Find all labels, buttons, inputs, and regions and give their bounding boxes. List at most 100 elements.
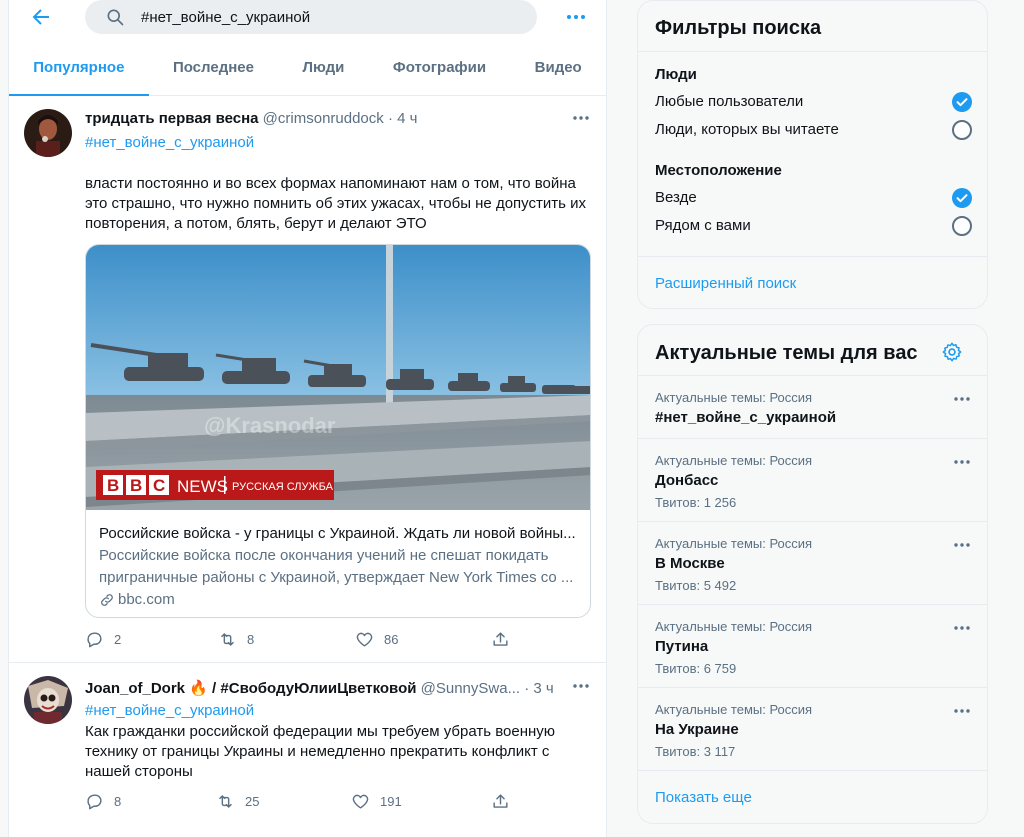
tab-top[interactable]: Популярное xyxy=(9,46,149,96)
reply-icon xyxy=(87,632,102,648)
tweet-actions: 2 8 86 xyxy=(85,630,515,652)
trend-context: Актуальные темы: Россия xyxy=(655,390,813,405)
trend-name: В Москве xyxy=(655,555,725,572)
user-handle[interactable]: @crimsonruddock xyxy=(263,110,384,127)
search-bar[interactable] xyxy=(85,0,537,34)
link-card[interactable]: @Krasnodar B B C NEWS РУССКАЯ СЛУЖБА Рос… xyxy=(85,244,591,618)
retweet-count: 8 xyxy=(247,632,255,647)
more-icon[interactable] xyxy=(951,700,973,722)
retweet-icon xyxy=(219,795,232,808)
trend-context: Актуальные темы: Россия xyxy=(655,702,813,717)
search-tabs: Популярное Последнее Люди Фотографии Вид… xyxy=(9,46,606,96)
radio-unchecked-icon[interactable] xyxy=(952,216,972,236)
trend-tweet-count: Твитов: 5 492 xyxy=(655,578,737,593)
user-handle[interactable]: @SunnySwa... xyxy=(421,680,520,697)
trends-panel: Актуальные темы для вас Актуальные темы:… xyxy=(637,324,988,824)
radio-checked-icon[interactable] xyxy=(952,188,972,208)
share-button[interactable] xyxy=(491,792,510,811)
advanced-search-link[interactable]: Расширенный поиск xyxy=(655,275,796,292)
tweet-hashtag[interactable]: #нет_войне_с_украиной xyxy=(85,134,254,151)
bbc-news-text: NEWS xyxy=(177,477,228,496)
search-input[interactable] xyxy=(141,0,521,34)
like-button[interactable]: 86 xyxy=(355,630,398,649)
tweet-text: власти постоянно и во всех формах напоми… xyxy=(85,175,586,232)
more-icon[interactable] xyxy=(951,451,973,473)
show-more-link[interactable]: Показать еще xyxy=(655,789,752,806)
tweet[interactable]: тридцать первая весна @crimsonruddock · … xyxy=(9,97,606,663)
tweet-hashtag[interactable]: #нет_войне_с_украиной xyxy=(85,702,254,719)
trend-tweet-count: Твитов: 1 256 xyxy=(655,495,737,510)
filter-option-following[interactable]: Люди, которых вы читаете xyxy=(638,117,987,145)
filter-option-anyone[interactable]: Любые пользователи xyxy=(638,89,987,117)
tweet-text: Как гражданки российской федерации мы тр… xyxy=(85,723,556,780)
display-name[interactable]: Joan_of_Dork 🔥 / #СвободуЮлииЦветковой xyxy=(85,680,416,697)
tweet[interactable]: Joan_of_Dork 🔥 / #СвободуЮлииЦветковой @… xyxy=(9,664,606,837)
more-icon[interactable] xyxy=(951,534,973,556)
more-options-icon[interactable] xyxy=(563,4,589,30)
filter-option-label: Рядом с вами xyxy=(655,217,751,234)
tweet-header: Joan_of_Dork 🔥 / #СвободуЮлииЦветковой @… xyxy=(85,679,554,697)
like-button[interactable]: 191 xyxy=(351,792,402,811)
more-icon[interactable] xyxy=(951,388,973,410)
card-description: Российские войска после окончания учений… xyxy=(99,547,574,586)
radio-unchecked-icon[interactable] xyxy=(952,120,972,140)
more-icon[interactable] xyxy=(951,617,973,639)
trend-item[interactable]: Актуальные темы: Россия В Москве Твитов:… xyxy=(638,521,987,604)
filters-title: Фильтры поиска xyxy=(655,17,822,39)
tab-latest[interactable]: Последнее xyxy=(149,46,279,95)
trend-name: Путина xyxy=(655,638,709,655)
like-count: 191 xyxy=(380,794,402,809)
search-filters-panel: Фильтры поиска Люди Любые пользователи Л… xyxy=(637,0,988,309)
fire-emoji-icon: 🔥 xyxy=(189,680,208,697)
location-filter-label: Местоположение xyxy=(655,162,782,179)
tab-photos[interactable]: Фотографии xyxy=(369,46,511,95)
gear-icon[interactable] xyxy=(941,341,963,363)
retweet-icon xyxy=(221,633,234,646)
card-title: Российские войска - у границы с Украиной… xyxy=(99,525,576,542)
reply-button[interactable]: 8 xyxy=(85,792,121,811)
trend-tweet-count: Твитов: 6 759 xyxy=(655,661,737,676)
heart-icon xyxy=(352,794,369,809)
avatar[interactable] xyxy=(24,676,72,724)
more-icon[interactable] xyxy=(570,675,592,697)
bbc-letter-1: B xyxy=(107,476,119,495)
back-arrow-icon[interactable] xyxy=(29,5,53,29)
share-icon xyxy=(493,632,508,646)
share-button[interactable] xyxy=(491,630,510,649)
card-domain-text: bbc.com xyxy=(118,591,175,608)
radio-checked-icon[interactable] xyxy=(952,92,972,112)
search-icon xyxy=(107,9,124,26)
trend-context: Актуальные темы: Россия xyxy=(655,453,813,468)
trend-context: Актуальные темы: Россия xyxy=(655,536,813,551)
trend-name: Донбасс xyxy=(655,472,719,489)
link-icon xyxy=(101,594,113,606)
more-icon[interactable] xyxy=(570,107,592,129)
reply-icon xyxy=(87,794,102,810)
retweet-button[interactable]: 8 xyxy=(218,630,254,649)
filter-option-near-you[interactable]: Рядом с вами xyxy=(638,213,987,241)
reply-button[interactable]: 2 xyxy=(85,630,121,649)
retweet-count: 25 xyxy=(245,794,260,809)
tweet-time[interactable]: · 3 ч xyxy=(524,680,554,697)
filter-option-anywhere[interactable]: Везде xyxy=(638,185,987,213)
display-name-suffix: / #СвободуЮлииЦветковой xyxy=(207,680,417,697)
display-name-text: Joan_of_Dork xyxy=(85,680,186,697)
bbc-service-text: РУССКАЯ СЛУЖБА xyxy=(232,481,334,493)
trend-item[interactable]: Актуальные темы: Россия #нет_войне_с_укр… xyxy=(638,375,987,438)
avatar[interactable] xyxy=(24,109,72,157)
card-body: Российские войска - у границы с Украиной… xyxy=(99,523,579,611)
filter-option-label: Любые пользователи xyxy=(655,93,804,110)
display-name[interactable]: тридцать первая весна xyxy=(85,110,259,127)
trend-context: Актуальные темы: Россия xyxy=(655,619,813,634)
trend-item[interactable]: Актуальные темы: Россия Путина Твитов: 6… xyxy=(638,604,987,687)
trend-item[interactable]: Актуальные темы: Россия На Украине Твито… xyxy=(638,687,987,770)
tab-people[interactable]: Люди xyxy=(278,46,368,95)
card-image[interactable]: @Krasnodar B B C NEWS РУССКАЯ СЛУЖБА xyxy=(86,245,591,510)
trends-title: Актуальные темы для вас xyxy=(655,342,918,364)
main-column: Популярное Последнее Люди Фотографии Вид… xyxy=(8,0,607,837)
bbc-letter-2: B xyxy=(130,476,142,495)
tweet-time[interactable]: · 4 ч xyxy=(388,110,418,127)
retweet-button[interactable]: 25 xyxy=(216,792,259,811)
tab-videos[interactable]: Видео xyxy=(510,46,606,95)
trend-item[interactable]: Актуальные темы: Россия Донбасс Твитов: … xyxy=(638,438,987,521)
